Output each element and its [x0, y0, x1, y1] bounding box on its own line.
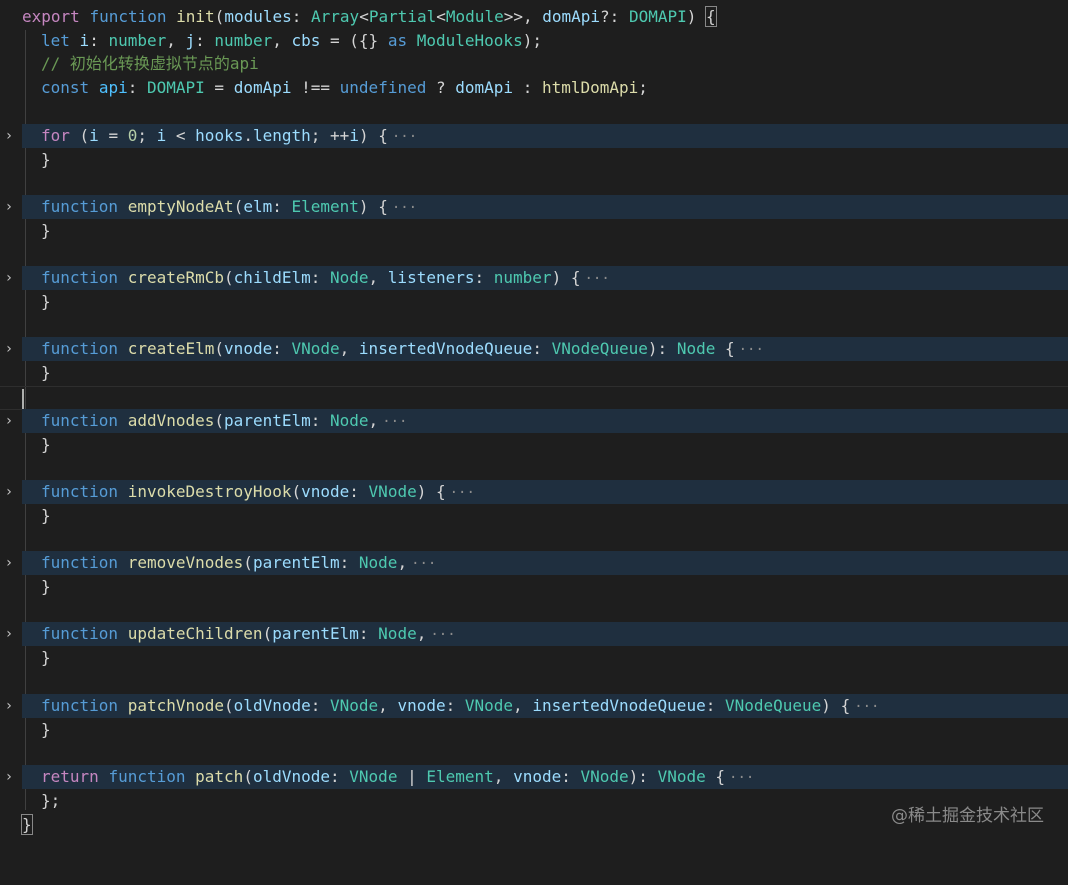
chevron-right-icon[interactable]: ›: [2, 266, 16, 290]
code-line[interactable]: let i: number, j: number, cbs = ({} as M…: [0, 29, 1068, 53]
code-line[interactable]: }: [0, 575, 1068, 599]
chevron-right-icon[interactable]: ›: [2, 195, 16, 219]
code-text: return function patch(oldVnode: VNode | …: [41, 767, 755, 786]
folded-line[interactable]: › function createElm(vnode: VNode, inser…: [0, 337, 1068, 361]
folded-ellipsis[interactable]: ···: [854, 699, 879, 715]
folded-line[interactable]: › for (i = 0; i < hooks.length; ++i) {··…: [0, 124, 1068, 148]
folded-line[interactable]: › function emptyNodeAt(elm: Element) {··…: [0, 195, 1068, 219]
folded-ellipsis[interactable]: ···: [392, 200, 417, 216]
matched-bracket: {: [705, 6, 717, 27]
folded-line[interactable]: › function createRmCb(childElm: Node, li…: [0, 266, 1068, 290]
folded-ellipsis[interactable]: ···: [739, 342, 764, 358]
chevron-right-icon[interactable]: ›: [2, 409, 16, 433]
code-line[interactable]: const api: DOMAPI = domApi !== undefined…: [0, 76, 1068, 100]
folded-line[interactable]: › return function patch(oldVnode: VNode …: [0, 765, 1068, 789]
code-text: let i: number, j: number, cbs = ({} as M…: [41, 31, 542, 50]
watermark: @稀土掘金技术社区: [891, 806, 1044, 826]
folded-ellipsis[interactable]: ···: [729, 770, 754, 786]
folded-line[interactable]: › function addVnodes(parentElm: Node, ···: [0, 409, 1068, 433]
code-editor[interactable]: export function init(modules: Array<Part…: [0, 0, 1068, 850]
current-line[interactable]: [0, 386, 1068, 410]
folded-line[interactable]: › function patchVnode(oldVnode: VNode, v…: [0, 694, 1068, 718]
folded-line[interactable]: › function updateChildren(parentElm: Nod…: [0, 622, 1068, 646]
code-line[interactable]: // 初始化转换虚拟节点的api: [0, 52, 1068, 76]
code-line[interactable]: }: [0, 148, 1068, 172]
code-text: function createRmCb(childElm: Node, list…: [41, 268, 610, 287]
code-line[interactable]: }: [0, 290, 1068, 314]
folded-ellipsis[interactable]: ···: [382, 414, 407, 430]
chevron-right-icon[interactable]: ›: [2, 694, 16, 718]
folded-ellipsis[interactable]: ···: [392, 129, 417, 145]
folded-line[interactable]: › function removeVnodes(parentElm: Node,…: [0, 551, 1068, 575]
chevron-right-icon[interactable]: ›: [2, 622, 16, 646]
code-line[interactable]: export function init(modules: Array<Part…: [0, 5, 1068, 29]
code-line[interactable]: }: [0, 433, 1068, 457]
code-text: function invokeDestroyHook(vnode: VNode)…: [41, 482, 475, 501]
code-text: const api: DOMAPI = domApi !== undefined…: [41, 78, 648, 97]
code-text: function patchVnode(oldVnode: VNode, vno…: [41, 696, 880, 715]
folded-ellipsis[interactable]: ···: [411, 556, 436, 572]
chevron-right-icon[interactable]: ›: [2, 480, 16, 504]
folded-ellipsis[interactable]: ···: [450, 485, 475, 501]
chevron-right-icon[interactable]: ›: [2, 551, 16, 575]
code-comment: // 初始化转换虚拟节点的api: [41, 54, 259, 73]
matched-bracket: }: [21, 814, 33, 835]
code-line[interactable]: }: [0, 718, 1068, 742]
chevron-right-icon[interactable]: ›: [2, 337, 16, 361]
code-line[interactable]: }: [0, 504, 1068, 528]
code-text: function updateChildren(parentElm: Node,…: [41, 624, 456, 643]
folded-ellipsis[interactable]: ···: [430, 627, 455, 643]
code-text: function addVnodes(parentElm: Node, ···: [41, 411, 408, 430]
chevron-right-icon[interactable]: ›: [2, 124, 16, 148]
chevron-right-icon[interactable]: ›: [2, 765, 16, 789]
code-text: function emptyNodeAt(elm: Element) {···: [41, 197, 418, 216]
code-line[interactable]: }: [0, 361, 1068, 385]
folded-line[interactable]: › function invokeDestroyHook(vnode: VNod…: [0, 480, 1068, 504]
code-line[interactable]: }: [0, 219, 1068, 243]
text-cursor: [22, 389, 24, 409]
code-line[interactable]: }: [0, 646, 1068, 670]
code-text: function createElm(vnode: VNode, inserte…: [41, 339, 764, 358]
code-text: export function init(modules: Array<Part…: [22, 6, 717, 27]
code-text: for (i = 0; i < hooks.length; ++i) {···: [41, 126, 418, 145]
folded-ellipsis[interactable]: ···: [584, 271, 609, 287]
code-text: function removeVnodes(parentElm: Node, ··…: [41, 553, 437, 572]
